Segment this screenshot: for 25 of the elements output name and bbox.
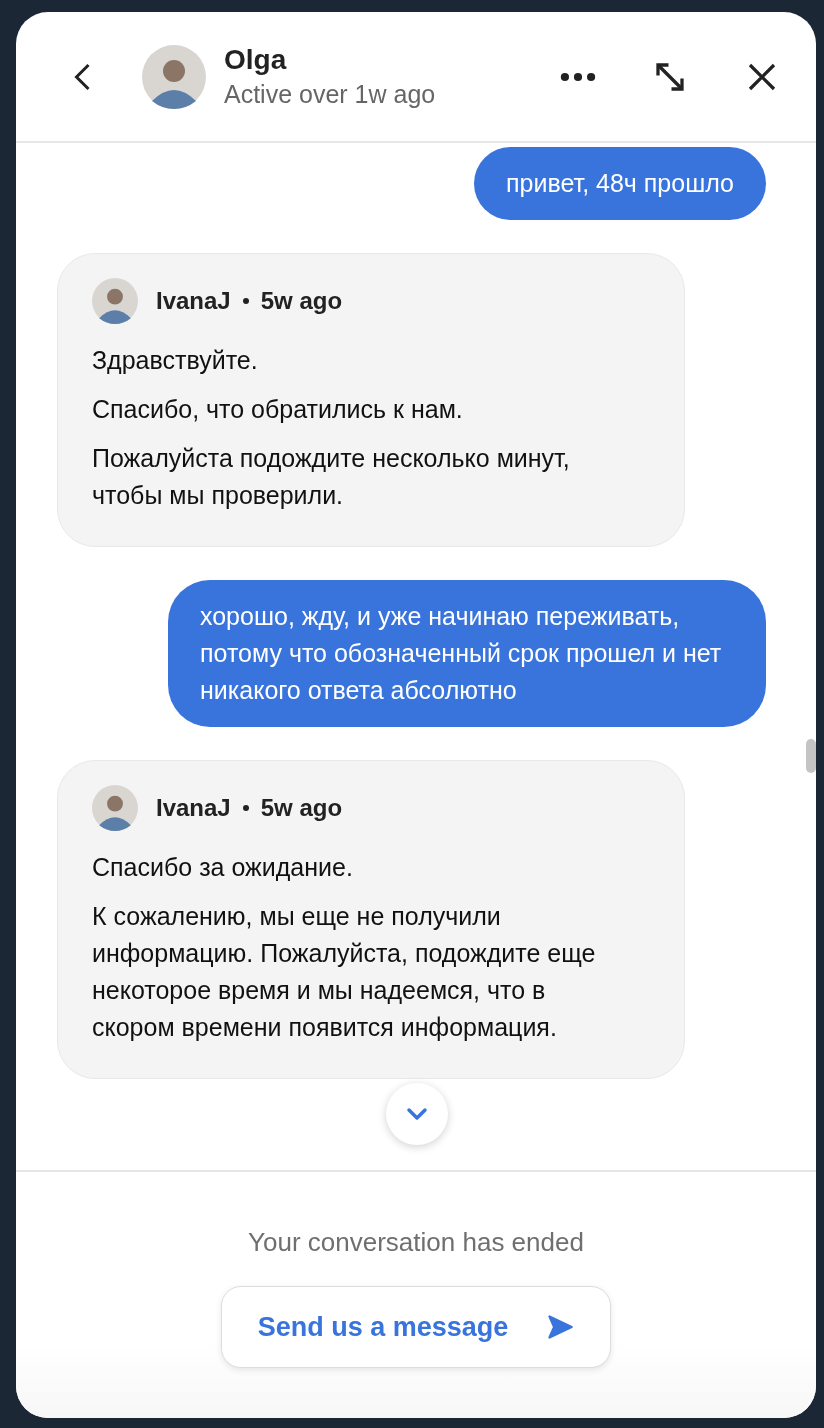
conversation-ended-notice: Your conversation has ended	[248, 1227, 584, 1258]
avatar	[92, 278, 138, 324]
message-text: Пожалуйста подождите несколько минут, чтобы мы проверили.	[92, 443, 571, 511]
message-text: Спасибо за ожидание.	[92, 852, 354, 883]
contact-status: Active over 1w ago	[224, 80, 437, 109]
message-time: 5w ago	[260, 794, 343, 822]
separator-dot	[242, 805, 249, 811]
message-author: IvanaJ	[156, 287, 231, 315]
send-icon	[546, 1313, 575, 1341]
chevron-down-icon	[406, 1107, 428, 1121]
avatar	[142, 44, 206, 109]
message-text: К сожалению, мы еще не получили информацию. Пожалуйста, подождите еще некоторое время и мы надеемся, что в скором времени появится информация.	[92, 901, 597, 1043]
sent-message: хорошо, жду, и уже начинаю переживать, потому что обозначенный срок прошел и нет никакого ответа абсолютно	[168, 580, 766, 727]
scroll-down-button[interactable]	[386, 1083, 448, 1145]
contact-name: Olga	[224, 44, 288, 76]
more-icon	[560, 71, 596, 82]
message-text: Спасибо, что обратились к нам.	[92, 394, 464, 425]
message-author: IvanaJ	[156, 794, 231, 822]
message-text: Здравствуйте.	[92, 345, 259, 376]
sent-message: привет, 48ч прошло	[474, 147, 766, 220]
message-time: 5w ago	[260, 287, 343, 315]
send-message-button[interactable]: Send us a message	[221, 1286, 611, 1368]
scrollbar[interactable]	[806, 739, 816, 773]
avatar	[92, 785, 138, 831]
separator-dot	[242, 298, 249, 304]
